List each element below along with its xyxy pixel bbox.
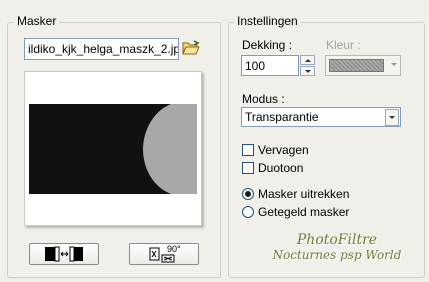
- modus-dropdown-arrow[interactable]: [385, 109, 399, 126]
- watermark-line-2: Nocturnes psp World: [272, 248, 402, 262]
- dekking-up-button[interactable]: [300, 55, 315, 65]
- open-folder-icon[interactable]: [182, 40, 200, 56]
- watermark: PhotoFiltre Nocturnes psp World: [262, 232, 412, 262]
- modus-select-value: Transparantie: [245, 110, 319, 124]
- modus-label: Modus :: [242, 92, 285, 106]
- rotate-90-label: 90°: [167, 244, 181, 254]
- masker-uitrekken-label: Masker uitrekken: [258, 187, 350, 201]
- mask-preview-image: [29, 104, 197, 194]
- masker-uitrekken-radio[interactable]: [242, 188, 254, 200]
- dekking-stepper[interactable]: [300, 55, 315, 76]
- modus-select[interactable]: Transparantie: [241, 107, 401, 127]
- getegeld-masker-radio[interactable]: [242, 206, 254, 218]
- vervagen-label: Vervagen: [258, 143, 309, 157]
- instellingen-group-title: Instellingen: [234, 14, 301, 28]
- kleur-label: Kleur :: [326, 38, 361, 52]
- kleur-color-picker: [325, 55, 401, 76]
- kleur-swatch: [329, 59, 384, 72]
- dekking-label: Dekking :: [242, 38, 293, 52]
- masker-group-title: Masker: [14, 14, 60, 28]
- duotoon-checkbox[interactable]: [242, 162, 254, 174]
- kleur-dropdown-arrow: [391, 63, 397, 66]
- dekking-down-button[interactable]: [300, 66, 315, 76]
- getegeld-masker-label: Getegeld masker: [258, 205, 350, 219]
- mask-filename-field[interactable]: ildiko_kjk_helga_maszk_2.jp: [24, 38, 179, 60]
- mask-preview-frame: [24, 71, 202, 226]
- duotoon-label: Duotoon: [258, 161, 304, 175]
- invert-mask-icon: [45, 246, 83, 262]
- rotate-mask-button[interactable]: 90°: [129, 243, 199, 265]
- invert-mask-button[interactable]: [29, 243, 99, 265]
- dekking-input[interactable]: 100: [241, 55, 299, 76]
- watermark-line-1: PhotoFiltre: [296, 232, 378, 248]
- vervagen-checkbox[interactable]: [242, 144, 254, 156]
